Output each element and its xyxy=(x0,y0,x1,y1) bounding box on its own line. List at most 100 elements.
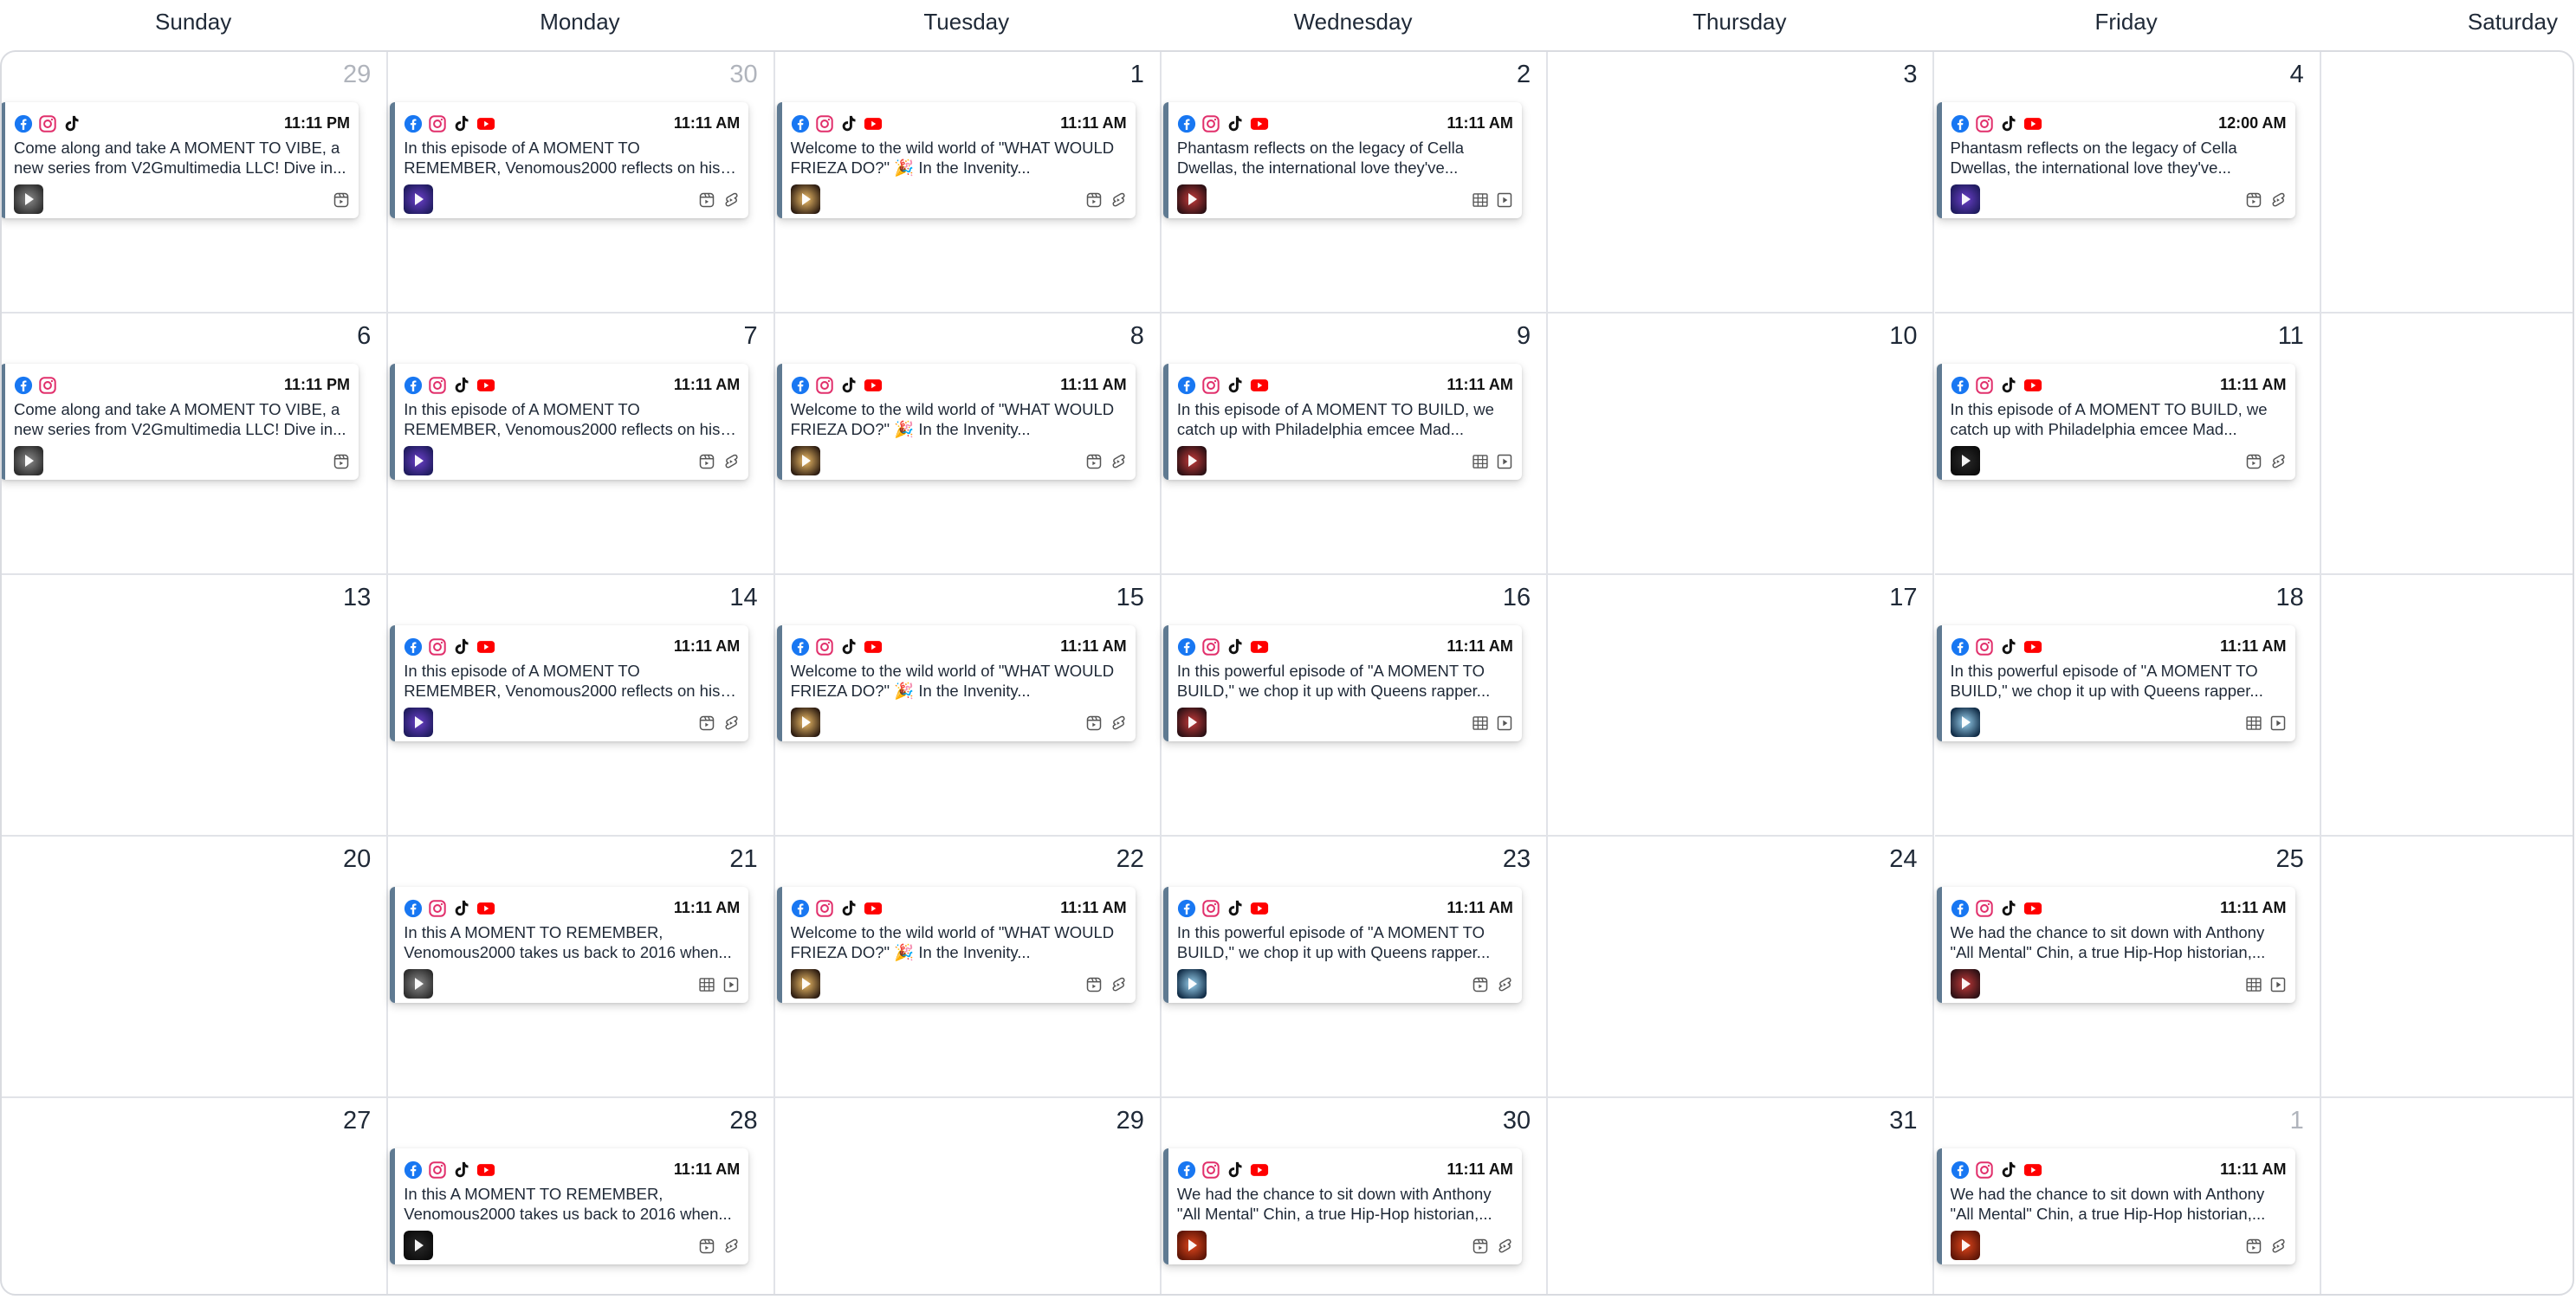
day-cell[interactable]: 21 11:11 AM In this A MOMENT TO REMEMBER, … xyxy=(388,837,775,1098)
tiktok-icon xyxy=(1226,114,1245,133)
day-cell[interactable]: 23 11:11 AM In this powerful episode of "A… xyxy=(1161,837,1549,1098)
post-thumbnail[interactable] xyxy=(790,969,820,999)
day-cell[interactable]: 4 12:00 AM Phantasm reflects on the legacy… xyxy=(1934,52,2321,314)
post-thumbnail[interactable] xyxy=(404,184,434,214)
post-thumbnail[interactable] xyxy=(1950,708,1980,737)
day-cell[interactable]: 9 11:11 AM In this episode of A MOMENT TO … xyxy=(1161,314,1549,575)
post-caption: In this episode of A MOMENT TO BUILD, we… xyxy=(1950,400,2268,438)
day-cell[interactable]: 8 11:11 AM Welcome to the wild world of "W… xyxy=(774,314,1162,575)
day-cell[interactable]: 11 11:11 AM In this episode of A MOMENT TO… xyxy=(1934,314,2321,575)
day-cell[interactable]: 6 11:11 PM Come along and take A MOMENT TO… xyxy=(2,314,389,575)
day-cell[interactable]: 31 xyxy=(1548,1098,1935,1294)
instagram-icon xyxy=(1201,376,1220,395)
scheduled-post-card[interactable]: 11:11 AM Welcome to the wild world of "WH… xyxy=(776,887,1136,1003)
day-cell[interactable]: 15 11:11 AM Welcome to the wild world of "… xyxy=(774,575,1162,837)
day-cell[interactable]: 10 xyxy=(1548,314,1935,575)
post-thumbnail[interactable] xyxy=(1176,708,1207,737)
day-cell[interactable]: 25 11:11 AM We had the chance to sit down … xyxy=(1934,837,2321,1098)
post-time: 11:11 AM xyxy=(673,376,741,393)
post-thumbnail[interactable] xyxy=(1950,446,1980,475)
day-cell[interactable]: 28 11:11 AM In this A MOMENT TO REMEMBER, … xyxy=(388,1098,775,1294)
scheduled-post-card[interactable]: 11:11 AM Welcome to the wild world of "WH… xyxy=(776,625,1136,741)
post-thumbnail[interactable] xyxy=(1176,446,1207,475)
post-thumbnail[interactable] xyxy=(790,708,820,737)
day-cell[interactable]: 20 xyxy=(2,837,389,1098)
day-cell[interactable]: 2 xyxy=(2321,1098,2573,1294)
day-cell[interactable]: 17 xyxy=(1548,575,1935,837)
youtube-icon xyxy=(476,376,495,395)
scheduled-post-card[interactable]: 11:11 AM In this powerful episode of "A M… xyxy=(1162,887,1522,1003)
post-caption: In this episode of A MOMENT TO REMEMBER,… xyxy=(404,662,721,700)
post-caption: In this A MOMENT TO REMEMBER, Venomous20… xyxy=(404,923,732,961)
day-cell[interactable]: 1 11:11 AM Welcome to the wild world of "W… xyxy=(774,52,1162,314)
day-cell[interactable]: 29 11:11 PM Come along and take A MOMENT T… xyxy=(2,52,389,314)
post-thumbnail[interactable] xyxy=(404,1231,434,1260)
day-cell[interactable]: 18 11:11 AM In this powerful episode of "A… xyxy=(1934,575,2321,837)
post-thumbnail[interactable] xyxy=(790,184,820,214)
facebook-icon xyxy=(404,114,423,133)
scheduled-post-card[interactable]: 11:11 AM We had the chance to sit down wi… xyxy=(1162,1148,1522,1264)
post-thumbnail[interactable] xyxy=(404,708,434,737)
post-thumbnail[interactable] xyxy=(14,446,43,475)
post-thumbnail[interactable] xyxy=(404,969,434,999)
day-cell[interactable]: 24 xyxy=(1548,837,1935,1098)
youtube-icon xyxy=(864,899,883,918)
day-cell[interactable]: 30 11:11 AM In this episode of A MOMENT TO… xyxy=(388,52,775,314)
day-cell[interactable]: 2 11:11 AM Phantasm reflects on the legacy… xyxy=(1161,52,1549,314)
day-cell[interactable]: 14 11:11 AM In this episode of A MOMENT TO… xyxy=(388,575,775,837)
day-cell[interactable]: 7 11:11 AM In this episode of A MOMENT TO … xyxy=(388,314,775,575)
day-cell[interactable]: 30 11:11 AM We had the chance to sit down … xyxy=(1162,1098,1549,1294)
day-cell[interactable]: 12 xyxy=(2320,314,2573,575)
post-thumbnail[interactable] xyxy=(1950,969,1980,999)
post-thumbnail[interactable] xyxy=(1950,1231,1980,1260)
day-cell[interactable]: 29 xyxy=(775,1098,1162,1294)
facebook-icon xyxy=(1951,637,1970,656)
day-cell[interactable]: 3 xyxy=(1548,52,1935,314)
scheduled-post-card[interactable]: 11:11 AM In this A MOMENT TO REMEMBER, Ve… xyxy=(390,1148,749,1264)
post-thumbnail[interactable] xyxy=(14,184,43,214)
facebook-icon xyxy=(404,1161,423,1180)
short-icon xyxy=(1110,191,1127,209)
post-time: 11:11 AM xyxy=(1060,114,1127,132)
scheduled-post-card[interactable]: 11:11 PM Come along and take A MOMENT TO … xyxy=(2,102,359,218)
post-thumbnail[interactable] xyxy=(1176,969,1207,999)
post-thumbnail[interactable] xyxy=(1176,184,1207,214)
scheduled-post-card[interactable]: 11:11 AM We had the chance to sit down wi… xyxy=(1936,1148,2295,1264)
scheduled-post-card[interactable]: 11:11 AM In this episode of A MOMENT TO B… xyxy=(1936,364,2295,480)
day-cell[interactable]: 13 xyxy=(2,575,389,837)
post-thumbnail[interactable] xyxy=(1176,1231,1207,1260)
scheduled-post-card[interactable]: 11:11 AM In this powerful episode of "A M… xyxy=(1162,625,1522,741)
day-cell[interactable]: 16 11:11 AM In this powerful episode of "A… xyxy=(1161,575,1549,837)
scheduled-post-card[interactable]: 11:11 AM In this A MOMENT TO REMEMBER, Ve… xyxy=(390,887,749,1003)
scheduled-post-card[interactable]: 11:11 PM Come along and take A MOMENT TO … xyxy=(2,364,359,480)
day-cell[interactable]: 22 11:11 AM Welcome to the wild world of "… xyxy=(774,837,1162,1098)
post-type-icons xyxy=(1085,453,1127,470)
scheduled-post-card[interactable]: 11:11 AM In this episode of A MOMENT TO R… xyxy=(390,625,749,741)
instagram-icon xyxy=(1201,899,1220,918)
scheduled-post-card[interactable]: 12:00 AM Phantasm reflects on the legacy … xyxy=(1936,102,2295,218)
day-number: 18 xyxy=(2275,584,2304,611)
platform-icons xyxy=(1177,114,1269,133)
scheduled-post-card[interactable]: 11:11 AM In this powerful episode of "A M… xyxy=(1936,625,2295,741)
scheduled-post-card[interactable]: 11:11 AM Welcome to the wild world of "WH… xyxy=(776,364,1136,480)
platform-icons xyxy=(1177,899,1269,918)
day-number: 17 xyxy=(1889,584,1918,611)
scheduled-post-card[interactable]: 11:11 AM We had the chance to sit down wi… xyxy=(1936,887,2295,1003)
post-thumbnail[interactable] xyxy=(790,446,820,475)
day-cell[interactable]: 19 xyxy=(2320,575,2573,837)
day-cell[interactable]: 27 xyxy=(2,1098,389,1294)
scheduled-post-card[interactable]: 11:11 AM In this episode of A MOMENT TO R… xyxy=(390,102,749,218)
day-cell[interactable]: 1 11:11 AM We had the chance to sit down w… xyxy=(1935,1098,2321,1294)
post-caption: Phantasm reflects on the legacy of Cella… xyxy=(1176,139,1465,177)
post-type-icons xyxy=(1085,714,1127,732)
scheduled-post-card[interactable]: 11:11 AM Welcome to the wild world of "WH… xyxy=(776,102,1136,218)
tiktok-icon xyxy=(1999,899,2018,918)
day-cell[interactable]: 5 xyxy=(2320,52,2573,314)
post-thumbnail[interactable] xyxy=(1950,184,1980,214)
scheduled-post-card[interactable]: 11:11 AM Phantasm reflects on the legacy … xyxy=(1162,102,1522,218)
scheduled-post-card[interactable]: 11:11 AM In this episode of A MOMENT TO R… xyxy=(390,364,749,480)
post-type-icons xyxy=(2245,714,2287,732)
day-cell[interactable]: 26 xyxy=(2320,837,2573,1098)
scheduled-post-card[interactable]: 11:11 AM In this episode of A MOMENT TO B… xyxy=(1162,364,1522,480)
post-thumbnail[interactable] xyxy=(404,446,434,475)
